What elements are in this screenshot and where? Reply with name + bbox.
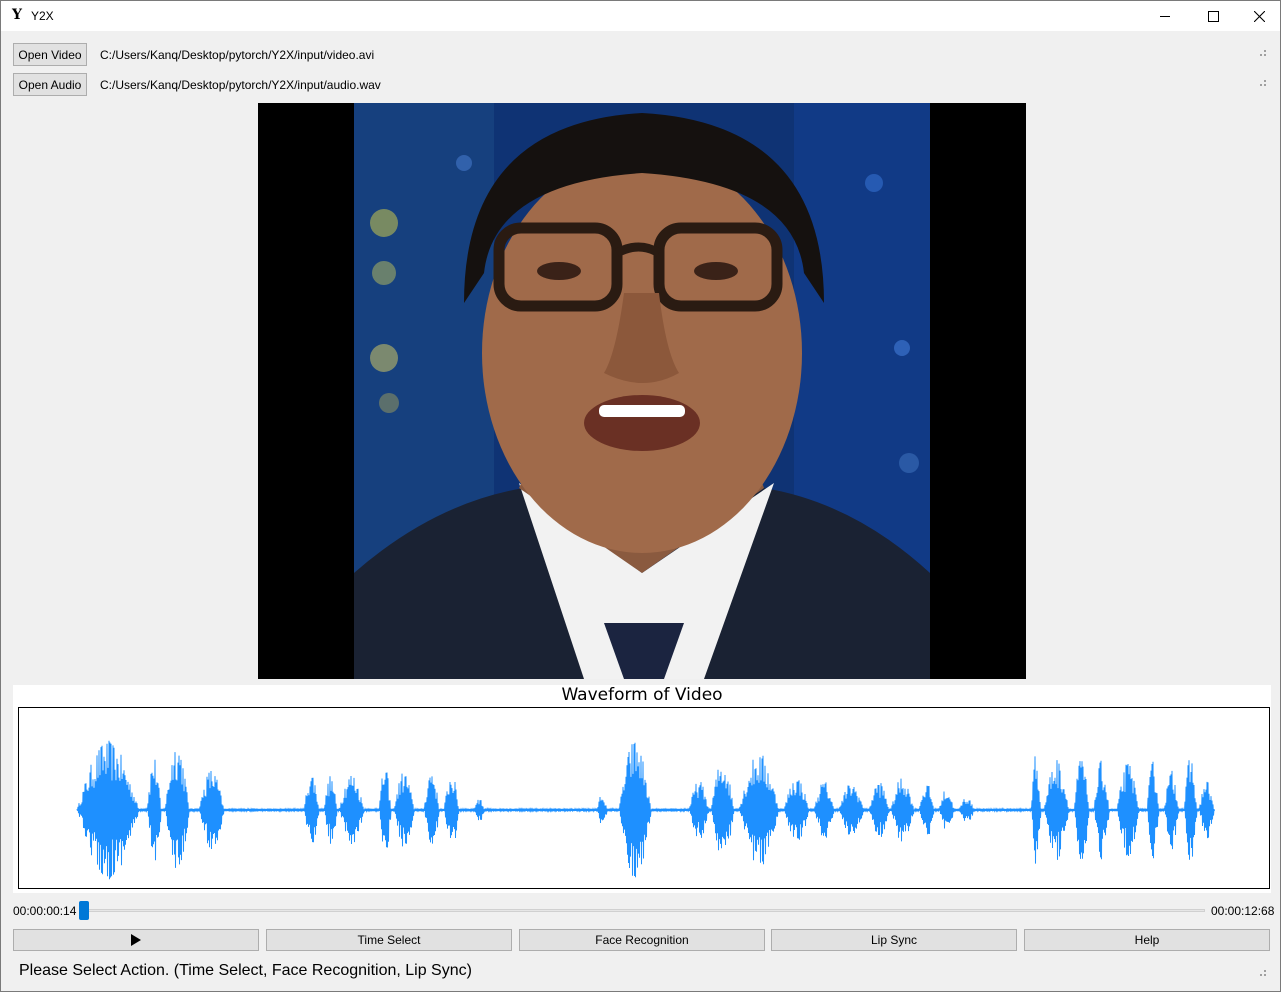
face-recognition-button[interactable]: Face Recognition <box>519 929 765 951</box>
resize-grip-icon <box>1260 80 1268 88</box>
current-time-label: 00:00:00:14 <box>13 904 77 918</box>
maximize-icon <box>1207 10 1219 22</box>
app-logo-icon: Y <box>12 7 22 23</box>
waveform-plot[interactable]: Waveform of Video <box>13 685 1271 893</box>
waveform-trace <box>76 740 1215 880</box>
play-button[interactable] <box>13 929 259 951</box>
resize-grip-icon <box>1260 970 1268 978</box>
play-icon <box>131 934 141 946</box>
total-time-label: 00:00:12:68 <box>1211 904 1275 918</box>
video-frame-image <box>354 103 930 679</box>
help-button[interactable]: Help <box>1024 929 1270 951</box>
waveform-title: Waveform of Video <box>561 685 723 705</box>
audio-path-label: C:/Users/Kanq/Desktop/pytorch/Y2X/input/… <box>100 78 381 92</box>
timeline-slider[interactable] <box>81 909 1205 912</box>
close-button[interactable] <box>1236 1 1281 31</box>
open-video-button[interactable]: Open Video <box>13 43 87 66</box>
waveform-signal <box>76 740 1215 880</box>
timeline-slider-handle[interactable] <box>79 901 89 920</box>
main-window: Y Y2X Open Video C:/Users/Kanq/Desktop/p… <box>0 0 1281 992</box>
title-bar: Y Y2X <box>1 1 1280 31</box>
close-icon <box>1253 10 1265 22</box>
status-message: Please Select Action. (Time Select, Face… <box>19 962 472 979</box>
waveform-axes <box>18 707 1270 889</box>
resize-grip-icon <box>1260 50 1268 58</box>
video-path-label: C:/Users/Kanq/Desktop/pytorch/Y2X/input/… <box>100 48 375 62</box>
time-select-button[interactable]: Time Select <box>266 929 512 951</box>
lip-sync-button[interactable]: Lip Sync <box>771 929 1017 951</box>
video-display[interactable] <box>258 103 1026 679</box>
minimize-button[interactable] <box>1142 1 1188 31</box>
minimize-icon <box>1160 15 1170 17</box>
open-audio-button[interactable]: Open Audio <box>13 73 87 96</box>
window-title: Y2X <box>31 9 54 23</box>
maximize-button[interactable] <box>1190 1 1236 31</box>
